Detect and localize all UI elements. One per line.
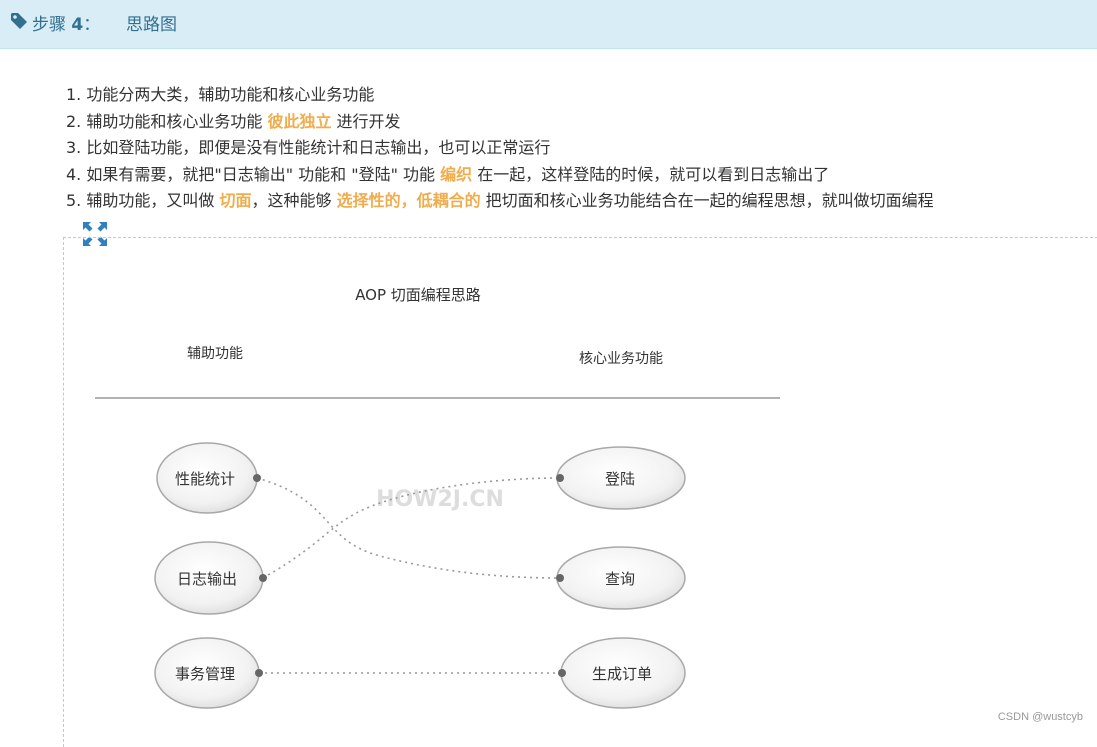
node-label: 事务管理 — [175, 665, 235, 683]
right-node-1: 登陆 — [556, 446, 686, 510]
left-node-1: 性能统计 — [156, 442, 258, 514]
csdn-credit: CSDN @wustcyb — [997, 711, 1083, 723]
connector-dot — [259, 574, 267, 582]
left-column-header: 辅助功能 — [187, 346, 243, 362]
right-column-header: 核心业务功能 — [579, 351, 663, 367]
left-node-3: 事务管理 — [154, 637, 260, 709]
aop-diagram: AOP 切面编程思路 辅助功能 核心业务功能 HOW2J.CN 性能统计 日志输… — [95, 286, 780, 709]
connector-dot — [556, 474, 564, 482]
node-label: 生成订单 — [592, 665, 652, 683]
right-node-2: 查询 — [556, 546, 686, 610]
right-node-3: 生成订单 — [560, 637, 686, 709]
connector-dot — [558, 669, 566, 677]
diagram-title: AOP 切面编程思路 — [355, 286, 481, 304]
watermark: HOW2J.CN — [376, 487, 504, 512]
left-node-2: 日志输出 — [154, 541, 264, 615]
node-label: 查询 — [605, 570, 635, 588]
node-label: 登陆 — [605, 470, 635, 488]
connector-dot — [556, 574, 564, 582]
node-label: 性能统计 — [175, 470, 235, 488]
node-label: 日志输出 — [177, 570, 237, 588]
connector-dot — [255, 669, 263, 677]
connector-dot — [253, 474, 261, 482]
